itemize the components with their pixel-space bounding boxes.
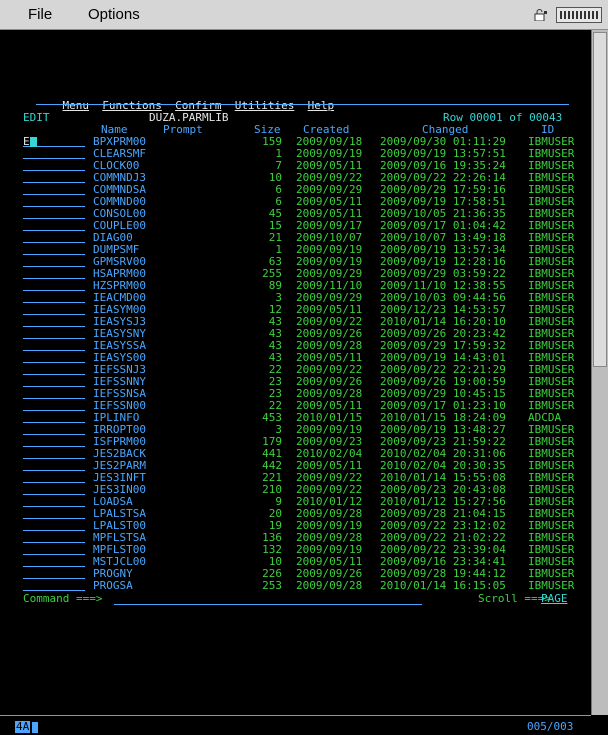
line-command-field[interactable]	[23, 328, 85, 340]
member-created: 2009/09/28	[296, 579, 363, 592]
file-menu[interactable]: File	[28, 6, 52, 23]
line-command-field[interactable]	[23, 244, 85, 256]
line-command-field[interactable]	[23, 532, 85, 544]
line-command-field[interactable]	[23, 568, 85, 580]
menu-item-menu[interactable]: Menu	[63, 99, 90, 112]
lock-icon[interactable]	[534, 9, 548, 21]
keyboard-icon[interactable]	[556, 7, 602, 23]
member-changed: 2010/01/14 16:15:05	[380, 579, 506, 592]
line-command-field[interactable]	[23, 424, 85, 436]
line-command-field[interactable]	[23, 556, 85, 568]
scroll-label: Scroll ===>	[478, 592, 551, 605]
session-indicator: 4A	[15, 720, 31, 733]
line-command-field[interactable]	[23, 280, 85, 292]
options-menu[interactable]: Options	[88, 6, 140, 23]
line-command-field[interactable]	[23, 520, 85, 532]
column-header-prompt: Prompt	[163, 123, 203, 136]
table-row[interactable]: PROGSA 253 2009/09/28 2010/01/14 16:15:05 IB…	[23, 580, 583, 592]
line-command-field[interactable]	[23, 376, 85, 388]
line-command-field[interactable]	[23, 316, 85, 328]
command-input[interactable]	[114, 593, 422, 605]
line-command-field[interactable]	[23, 232, 85, 244]
line-command-field[interactable]	[23, 352, 85, 364]
member-userid: IBMUSER	[528, 579, 575, 592]
line-command-field[interactable]	[23, 220, 85, 232]
text-cursor	[30, 137, 37, 147]
line-command-field[interactable]	[23, 412, 85, 424]
line-command-field[interactable]	[23, 304, 85, 316]
line-command-field[interactable]	[23, 448, 85, 460]
line-command-field[interactable]	[23, 400, 85, 412]
line-command-field[interactable]: E	[23, 136, 85, 148]
member-name: PROGSA	[93, 579, 133, 592]
line-command-field[interactable]	[23, 292, 85, 304]
line-command-field[interactable]	[23, 544, 85, 556]
line-command-field[interactable]	[23, 208, 85, 220]
line-command-field[interactable]	[23, 256, 85, 268]
scroll-amount-field[interactable]: PAGE	[541, 593, 568, 605]
line-command-field[interactable]	[23, 196, 85, 208]
line-command-field[interactable]	[23, 388, 85, 400]
menu-item-help[interactable]: Help	[308, 99, 335, 112]
line-command-field[interactable]	[23, 508, 85, 520]
window-menubar: File Options	[0, 0, 608, 30]
terminal-screen[interactable]: Menu Functions Confirm Utilities Help ED…	[0, 30, 591, 715]
action-bar-divider	[36, 104, 569, 105]
line-command-field[interactable]	[23, 436, 85, 448]
line-command-value: E	[23, 135, 30, 148]
menu-item-utilities[interactable]: Utilities	[235, 99, 295, 112]
vertical-scrollbar[interactable]	[591, 30, 608, 715]
cursor-position: 005/003	[527, 720, 574, 733]
line-command-field[interactable]	[23, 484, 85, 496]
line-command-field[interactable]	[23, 364, 85, 376]
status-line: 4A 005/003	[0, 715, 608, 735]
line-command-field[interactable]	[23, 460, 85, 472]
member-size: 253	[262, 579, 282, 592]
line-command-field[interactable]	[23, 268, 85, 280]
scrollbar-thumb[interactable]	[593, 32, 607, 367]
line-command-field[interactable]	[23, 184, 85, 196]
status-divider	[0, 715, 591, 716]
line-command-field[interactable]	[23, 148, 85, 160]
line-command-field[interactable]	[23, 472, 85, 484]
line-command-field[interactable]	[23, 172, 85, 184]
line-command-field[interactable]	[23, 340, 85, 352]
input-cursor-indicator	[32, 722, 38, 733]
line-command-field[interactable]	[23, 580, 85, 592]
command-label: Command ===>	[23, 592, 103, 605]
line-command-field[interactable]	[23, 160, 85, 172]
line-command-field[interactable]	[23, 496, 85, 508]
edit-mode-label: EDIT	[23, 111, 50, 124]
